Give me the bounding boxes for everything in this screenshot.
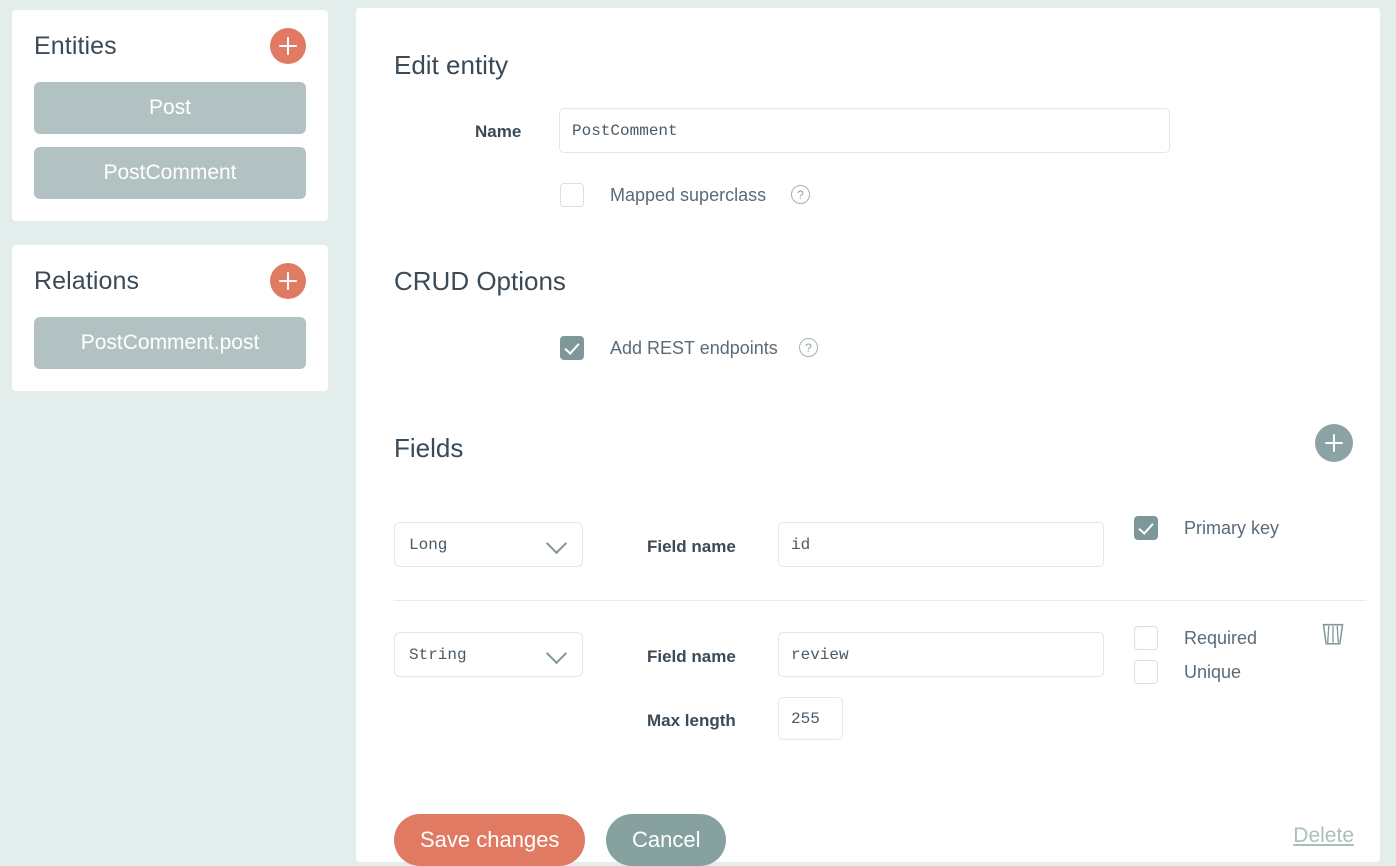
max-length-input-row-2[interactable] <box>778 697 843 740</box>
relations-panel-header: Relations <box>34 263 306 299</box>
fields-title: Fields <box>394 433 464 463</box>
unique-label-row-2: Unique <box>1184 662 1242 682</box>
mapped-superclass-help-icon[interactable]: ? <box>791 185 810 204</box>
sidebar-item-relation-postcomment-post[interactable]: PostComment.post <box>34 317 306 369</box>
cancel-button[interactable]: Cancel <box>606 814 727 866</box>
required-label-row-2: Required <box>1184 628 1258 648</box>
name-field-label: Name <box>475 122 522 141</box>
add-relation-button[interactable] <box>270 263 306 299</box>
add-rest-endpoints-checkbox[interactable] <box>560 336 584 360</box>
add-rest-endpoints-help-icon[interactable]: ? <box>799 338 818 357</box>
mapped-superclass-checkbox[interactable] <box>560 183 584 207</box>
sidebar-item-entity-postcomment[interactable]: PostComment <box>34 147 306 199</box>
sidebar: Entities Post PostComment Relations Post… <box>0 0 340 862</box>
chevron-down-icon <box>545 532 568 554</box>
relations-panel: Relations PostComment.post <box>12 245 328 391</box>
required-checkbox-row-2[interactable] <box>1134 626 1158 650</box>
entities-panel-header: Entities <box>34 28 306 64</box>
max-length-label-row-2: Max length <box>647 711 736 730</box>
unique-checkbox-row-2[interactable] <box>1134 660 1158 684</box>
entity-name-input[interactable] <box>559 108 1170 153</box>
save-changes-button[interactable]: Save changes <box>394 814 586 866</box>
primary-key-label-row-1: Primary key <box>1184 518 1280 538</box>
add-rest-endpoints-label: Add REST endpoints <box>610 338 778 358</box>
primary-key-checkbox-row-1[interactable] <box>1134 516 1158 540</box>
relations-panel-title: Relations <box>34 266 140 295</box>
field-name-input-row-2[interactable] <box>778 632 1104 677</box>
field-name-label-row-1: Field name <box>647 537 736 556</box>
field-row-divider <box>394 600 1366 601</box>
edit-entity-title: Edit entity <box>394 50 509 80</box>
field-type-select-row-1[interactable]: Long <box>394 522 583 567</box>
sidebar-item-entity-post[interactable]: Post <box>34 82 306 134</box>
field-type-select-row-2[interactable]: String <box>394 632 583 677</box>
field-type-select-value-row-2: String <box>409 645 467 664</box>
entities-panel: Entities Post PostComment <box>12 10 328 221</box>
crud-options-title: CRUD Options <box>394 266 566 296</box>
mapped-superclass-label: Mapped superclass <box>610 185 767 205</box>
field-name-input-row-1[interactable] <box>778 522 1104 567</box>
add-entity-button[interactable] <box>270 28 306 64</box>
trash-icon[interactable] <box>1320 621 1346 647</box>
field-type-select-value-row-1: Long <box>409 535 448 554</box>
field-name-label-row-2: Field name <box>647 647 736 666</box>
chevron-down-icon <box>545 642 568 664</box>
delete-link[interactable]: Delete <box>1293 824 1354 848</box>
entities-panel-title: Entities <box>34 31 117 60</box>
add-field-button[interactable] <box>1315 424 1353 462</box>
